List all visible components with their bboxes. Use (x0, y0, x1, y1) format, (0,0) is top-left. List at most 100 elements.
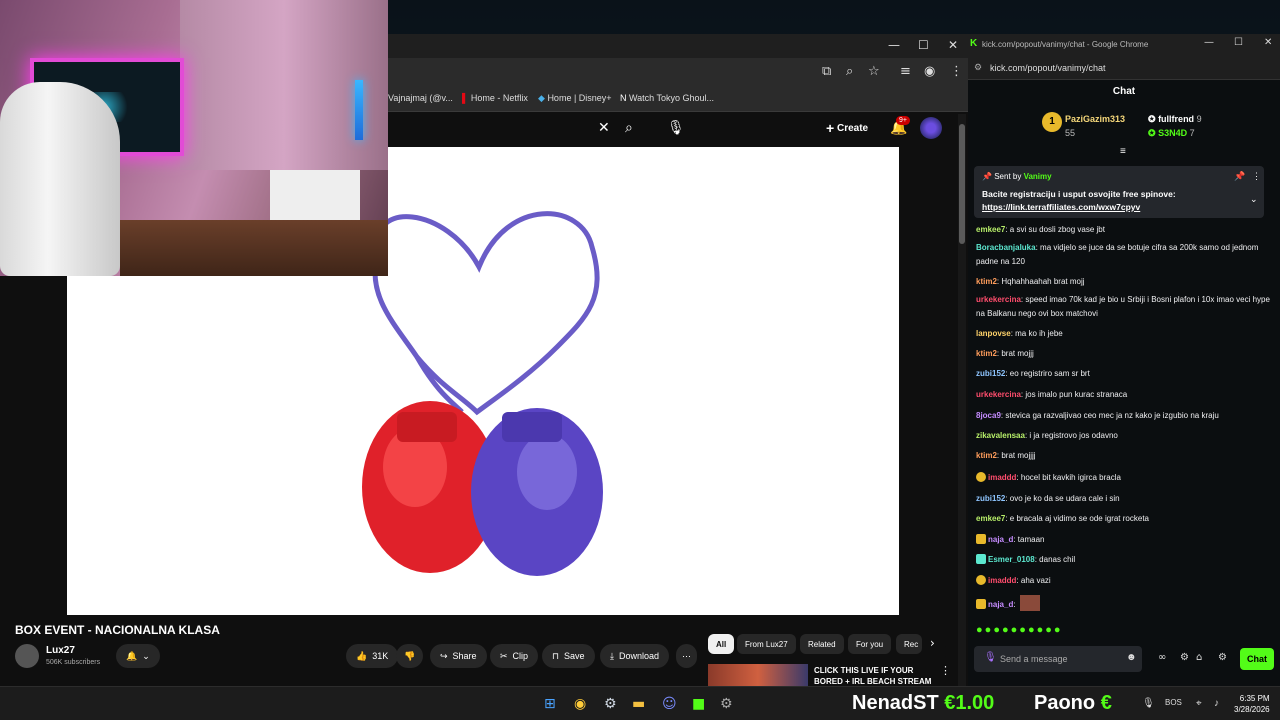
chat-maximize-button[interactable]: ☐ (1234, 37, 1243, 48)
dislike-button[interactable]: 👎 (396, 644, 424, 668)
emote-icon[interactable]: ● (1045, 624, 1054, 636)
chat-close-button[interactable]: ✕ (1264, 37, 1272, 48)
chip-recently[interactable]: Rec (896, 634, 922, 654)
search-icon[interactable]: ⌕ (625, 120, 633, 136)
chip-for-you[interactable]: For you (848, 634, 892, 654)
chat-username[interactable]: emkee7 (976, 225, 1005, 234)
settings-app-icon[interactable]: ⚙ (720, 696, 733, 712)
like-button[interactable]: 👍 31K (346, 644, 399, 668)
clip-button[interactable]: ✂ Clip (490, 644, 539, 668)
chip-all[interactable]: All (708, 634, 735, 654)
chat-minimize-button[interactable]: — (1204, 37, 1214, 48)
loop-icon[interactable]: ∞ (1158, 652, 1166, 663)
chat-username[interactable]: zubi152 (976, 369, 1005, 378)
page-scrollbar[interactable] (958, 114, 966, 686)
kick-app-icon[interactable]: ■ (692, 696, 705, 712)
settings-icon[interactable]: ⚙ (1180, 652, 1189, 663)
windows-start-icon[interactable]: ⊞ (544, 696, 556, 712)
user-avatar[interactable] (920, 117, 942, 139)
chat-username[interactable]: naja_d (988, 600, 1013, 609)
channel-avatar[interactable] (15, 644, 39, 668)
leaderboard-3-name[interactable]: ✪ S3N4D 7 (1148, 128, 1195, 139)
expand-leaderboard-icon[interactable]: ≡ (1120, 146, 1126, 157)
emote-icon[interactable]: ● (985, 624, 994, 636)
bookmark-disney[interactable]: ◆ Home | Disney+ (538, 93, 612, 104)
recommended-title[interactable]: CLICK THIS LIVE IF YOUR BORED + IRL BEAC… (814, 665, 940, 687)
pinned-link[interactable]: https://link.terraffiliates.com/wxw7cpyv (982, 202, 1140, 212)
chip-next-icon[interactable]: › (930, 636, 935, 650)
emote-icon[interactable]: ● (976, 624, 985, 636)
chat-url[interactable]: kick.com/popout/vanimy/chat (990, 63, 1106, 73)
emoji-icon[interactable]: ☻ (1126, 652, 1137, 663)
channel-name[interactable]: Lux27 (46, 645, 75, 656)
chat-input-box[interactable]: 🎙 ☻ (974, 646, 1142, 672)
discord-icon[interactable]: ☺ (662, 696, 677, 712)
chat-message-input[interactable] (1000, 652, 1118, 666)
save-button[interactable]: ⊓ Save (542, 644, 595, 668)
chat-username[interactable]: zikavalensaa (976, 431, 1025, 440)
chat-username[interactable]: ktim2 (976, 451, 997, 460)
chat-username[interactable]: Boracbanjaluka (976, 243, 1036, 252)
subscribe-bell-button[interactable]: 🔔 ⌄ (116, 644, 160, 668)
chat-username[interactable]: imaddd (988, 576, 1016, 585)
gear-icon[interactable]: ⚙ (1218, 652, 1227, 663)
volume-icon[interactable]: ♪ (1214, 698, 1219, 709)
chat-username[interactable]: lanpovse (976, 329, 1011, 338)
bookmark-tokyo-ghoul[interactable]: N Watch Tokyo Ghoul... (620, 93, 714, 103)
minimize-button[interactable]: — (888, 38, 900, 52)
chat-username[interactable]: ktim2 (976, 277, 997, 286)
chat-username[interactable]: emkee7 (976, 514, 1005, 523)
pinned-sender[interactable]: Vanimy (1024, 172, 1052, 181)
chip-from-lux27[interactable]: From Lux27 (737, 634, 796, 654)
chat-username[interactable]: urkekercina (976, 390, 1021, 399)
zoom-icon[interactable]: ⌕ (846, 64, 853, 79)
pinned-expand-icon[interactable]: ⌄ (1250, 194, 1258, 205)
chip-related[interactable]: Related (800, 634, 844, 654)
emote-icon[interactable]: ● (1054, 624, 1063, 636)
leaderboard-1-name[interactable]: PaziGazim313 (1065, 114, 1125, 124)
chat-username[interactable]: ktim2 (976, 349, 997, 358)
emote-icon[interactable]: ● (1002, 624, 1011, 636)
menu-icon[interactable]: ⋮ (950, 64, 963, 79)
recommended-menu-icon[interactable]: ⋮ (940, 664, 951, 677)
more-actions-button[interactable]: ⋯ (676, 644, 697, 668)
steam-icon[interactable]: ⚙ (604, 696, 617, 712)
install-icon[interactable]: ⧉ (822, 64, 831, 79)
share-button[interactable]: ↪ Share (430, 644, 487, 668)
chrome-icon[interactable]: ◉ (574, 696, 586, 712)
download-button[interactable]: ⤓ Download (600, 644, 670, 668)
network-icon[interactable]: ⌖ (1196, 698, 1202, 709)
scroll-thumb[interactable] (959, 124, 965, 244)
leaderboard-2-name[interactable]: ✪ fullfrend 9 (1148, 114, 1202, 125)
chat-username[interactable]: Esmer_0108 (988, 555, 1035, 564)
emote-icon[interactable]: ● (1037, 624, 1046, 636)
unpin-icon[interactable]: 📌 (1234, 171, 1245, 182)
chat-username[interactable]: naja_d (988, 535, 1013, 544)
close-button[interactable]: ✕ (948, 38, 958, 52)
star-icon[interactable]: ☆ (868, 64, 880, 79)
chat-username[interactable]: 8joca9 (976, 411, 1001, 420)
maximize-button[interactable]: ☐ (918, 38, 929, 52)
bookmark-vajnajmaj[interactable]: Vajnajmaj (@v... (388, 93, 453, 103)
recommended-thumbnail[interactable] (708, 664, 808, 686)
clear-search-icon[interactable]: ✕ (598, 120, 610, 136)
media-icon[interactable]: ≡ (900, 64, 911, 79)
pinned-menu-icon[interactable]: ⋮ (1252, 171, 1261, 182)
chat-username[interactable]: zubi152 (976, 494, 1005, 503)
mic-tray-icon[interactable]: 🎙 (1142, 698, 1155, 709)
language-indicator[interactable]: BOS (1165, 698, 1182, 707)
emote-icon[interactable]: ● (1019, 624, 1028, 636)
create-button[interactable]: + Create (826, 120, 868, 136)
mic-icon[interactable]: 🎙 (984, 652, 997, 663)
chat-username[interactable]: imaddd (988, 473, 1016, 482)
emote-icon[interactable]: ● (993, 624, 1002, 636)
chat-send-button[interactable]: Chat (1240, 648, 1274, 670)
microphone-icon[interactable]: 🎙 (667, 120, 685, 136)
store-icon[interactable]: ⌂ (1196, 652, 1202, 663)
chat-address-bar[interactable]: ⚙ kick.com/popout/vanimy/chat (968, 56, 1280, 80)
profile-icon[interactable]: ◉ (924, 64, 935, 79)
emote-icon[interactable]: ● (1011, 624, 1020, 636)
system-clock[interactable]: 6:35 PM 3/28/2026 (1234, 693, 1270, 715)
site-info-icon[interactable]: ⚙ (974, 62, 982, 73)
file-explorer-icon[interactable]: ▬ (632, 696, 645, 712)
